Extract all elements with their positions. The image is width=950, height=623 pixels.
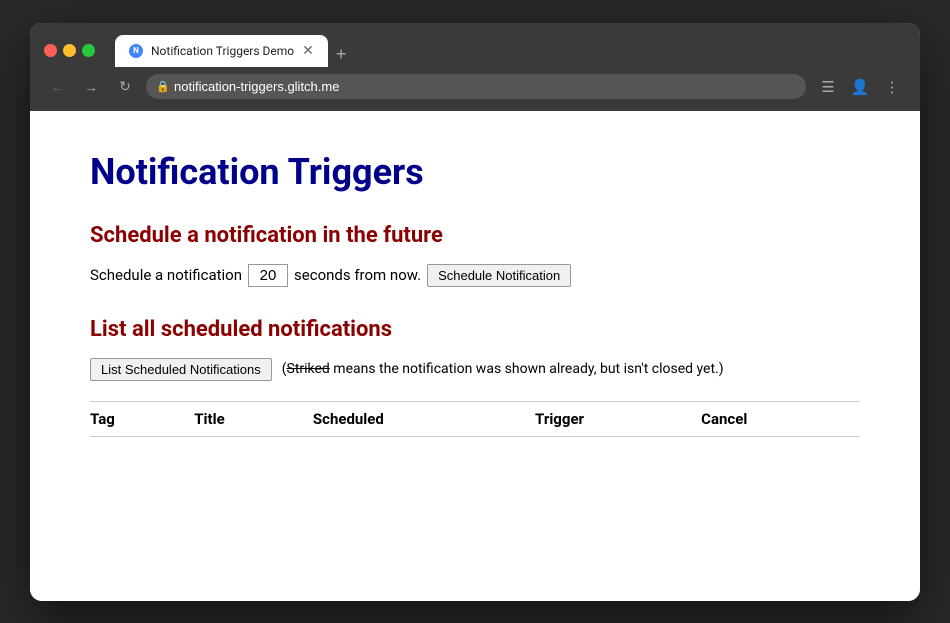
back-icon: ← [50, 79, 64, 95]
schedule-label-before: Schedule a notification [90, 266, 242, 284]
tab-title: Notification Triggers Demo [151, 44, 294, 58]
page-title: Notification Triggers [90, 151, 860, 193]
profile-icon: 👤 [851, 78, 870, 96]
strikethrough-note: (Striked means the notification was show… [282, 361, 724, 377]
table-header-tag: Tag [90, 401, 194, 436]
reload-button[interactable]: ↻ [112, 74, 138, 100]
list-notifications-button[interactable]: List Scheduled Notifications [90, 358, 272, 381]
active-tab[interactable]: N Notification Triggers Demo ✕ [115, 35, 328, 67]
url-input[interactable] [146, 74, 806, 99]
table-header-title: Title [194, 401, 313, 436]
back-button[interactable]: ← [44, 74, 70, 100]
reload-icon: ↻ [119, 78, 131, 95]
table-header-scheduled: Scheduled [313, 401, 535, 436]
note-text: means the notification was shown already… [330, 361, 724, 377]
minimize-button[interactable] [63, 44, 76, 57]
schedule-notification-button[interactable]: Schedule Notification [427, 264, 571, 287]
forward-icon: → [84, 79, 98, 95]
more-icon: ⋮ [885, 78, 900, 96]
maximize-button[interactable] [82, 44, 95, 57]
title-bar: N Notification Triggers Demo ✕ + [30, 23, 920, 67]
tab-close-button[interactable]: ✕ [302, 44, 314, 58]
page-content: Notification Triggers Schedule a notific… [30, 111, 920, 601]
browser-actions: ☰ 👤 ⋮ [814, 73, 906, 101]
schedule-label-after: seconds from now. [294, 266, 421, 284]
close-button[interactable] [44, 44, 57, 57]
strikethrough-word: Striked [287, 361, 330, 377]
table-header-row: Tag Title Scheduled Trigger Cancel [90, 401, 860, 436]
forward-button[interactable]: → [78, 74, 104, 100]
profile-button[interactable]: 👤 [846, 73, 874, 101]
list-section: List all scheduled notifications List Sc… [90, 317, 860, 437]
more-button[interactable]: ⋮ [878, 73, 906, 101]
traffic-lights [44, 44, 95, 57]
list-section-heading: List all scheduled notifications [90, 317, 860, 342]
table-header-trigger: Trigger [535, 401, 701, 436]
schedule-section-heading: Schedule a notification in the future [90, 223, 860, 248]
browser-window: N Notification Triggers Demo ✕ + ← → ↻ 🔒 [30, 23, 920, 601]
new-tab-button[interactable]: + [328, 44, 355, 65]
list-button[interactable]: ☰ [814, 73, 842, 101]
table-header-cancel: Cancel [701, 401, 860, 436]
list-controls: List Scheduled Notifications (Striked me… [90, 358, 860, 381]
tab-favicon: N [129, 44, 143, 58]
address-bar: ← → ↻ 🔒 ☰ 👤 ⋮ [30, 67, 920, 111]
url-container: 🔒 [146, 74, 806, 99]
browser-chrome: N Notification Triggers Demo ✕ + ← → ↻ 🔒 [30, 23, 920, 111]
tab-bar: N Notification Triggers Demo ✕ + [115, 35, 906, 67]
notifications-table: Tag Title Scheduled Trigger Cancel [90, 401, 860, 437]
lock-icon: 🔒 [156, 80, 170, 93]
seconds-input[interactable] [248, 264, 288, 287]
schedule-row: Schedule a notification seconds from now… [90, 264, 860, 287]
list-icon: ☰ [821, 78, 834, 96]
